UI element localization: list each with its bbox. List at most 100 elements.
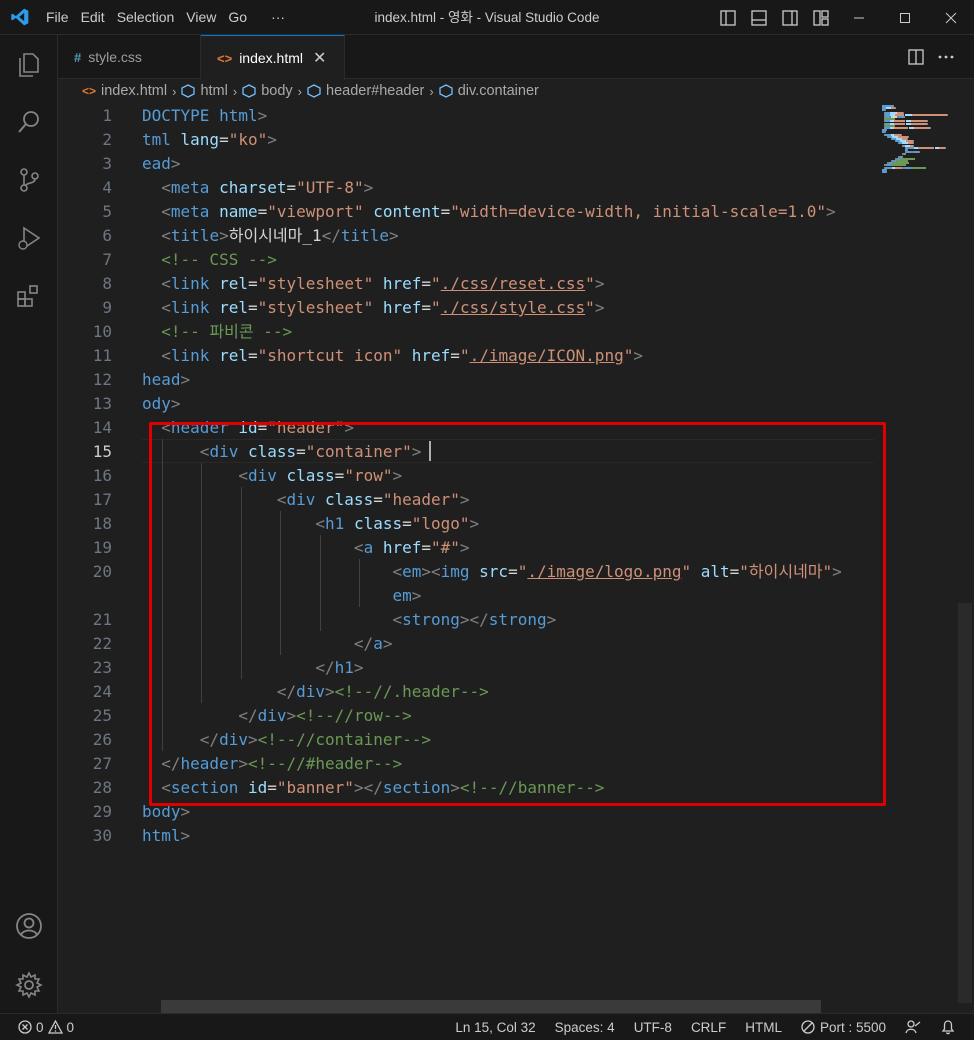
- code-token: ": [459, 346, 470, 365]
- title-bar: File Edit Selection View Go ··· index.ht…: [0, 0, 974, 35]
- line-number: 19: [92, 538, 112, 557]
- error-count: 0: [36, 1019, 44, 1035]
- code-token: "stylesheet": [257, 298, 374, 317]
- minimap-token: [886, 129, 887, 132]
- tab-index-html[interactable]: <> index.html ✕: [201, 35, 345, 80]
- customize-layout-icon[interactable]: [809, 6, 833, 30]
- language-mode[interactable]: HTML: [745, 1020, 782, 1035]
- code-token: link: [170, 274, 220, 293]
- feedback-icon[interactable]: [905, 1019, 921, 1035]
- minimap-token: [930, 127, 931, 129]
- menu-more[interactable]: ···: [253, 0, 291, 35]
- toggle-secondary-sidebar-icon[interactable]: [778, 6, 802, 30]
- close-tab-icon[interactable]: ✕: [313, 48, 326, 68]
- code-token: rel: [219, 298, 248, 317]
- toggle-primary-sidebar-icon[interactable]: [716, 6, 740, 30]
- code-line[interactable]: 7 <!-- CSS -->: [58, 248, 878, 272]
- run-debug-icon[interactable]: [0, 213, 58, 263]
- horizontal-scrollbar[interactable]: [161, 1000, 821, 1013]
- code-line[interactable]: 6 <title>하이시네마_1</title>: [58, 224, 878, 248]
- code-token: ead: [142, 154, 171, 173]
- code-text: ead>: [142, 152, 181, 176]
- toggle-panel-icon[interactable]: [747, 6, 771, 30]
- code-token: >: [389, 226, 399, 245]
- code-line[interactable]: 1 DOCTYPE html>: [58, 104, 878, 128]
- line-number: 2: [102, 130, 112, 149]
- code-line[interactable]: 9 <link rel="stylesheet" href="./css/sty…: [58, 296, 878, 320]
- minimize-icon[interactable]: [836, 0, 882, 35]
- code-line[interactable]: 11 <link rel="shortcut icon" href="./ima…: [58, 344, 878, 368]
- menu-go[interactable]: Go: [222, 0, 253, 35]
- code-token: "UTF-8": [296, 178, 364, 197]
- search-icon[interactable]: [0, 97, 58, 147]
- code-line[interactable]: 10 <!-- 파비콘 -->: [58, 320, 878, 344]
- end-of-line[interactable]: CRLF: [691, 1020, 726, 1035]
- code-token: meta: [170, 202, 220, 221]
- code-token: title: [340, 226, 390, 245]
- breadcrumb-html[interactable]: html: [181, 83, 228, 99]
- breadcrumb-label: body: [261, 83, 293, 99]
- code-token: title: [170, 226, 220, 245]
- code-line[interactable]: 2 tml lang="ko">: [58, 128, 878, 152]
- accounts-icon[interactable]: [0, 901, 58, 951]
- scrollbar-thumb[interactable]: [958, 603, 972, 1003]
- minimap-token: [945, 146, 946, 149]
- explorer-icon[interactable]: [0, 39, 58, 89]
- breadcrumb-container[interactable]: div.container: [439, 83, 539, 99]
- minimap-token: [919, 151, 920, 154]
- code-token: ./css/reset.css: [440, 274, 586, 293]
- code-token: "stylesheet": [257, 274, 374, 293]
- line-number: 25: [92, 706, 112, 725]
- code-token: ./css/style.css: [440, 298, 586, 317]
- code-line[interactable]: 8 <link rel="stylesheet" href="./css/res…: [58, 272, 878, 296]
- menu-view[interactable]: View: [180, 0, 222, 35]
- line-number: 1: [102, 106, 112, 125]
- encoding[interactable]: UTF-8: [634, 1020, 672, 1035]
- code-token: link: [170, 346, 220, 365]
- code-line[interactable]: 12 head>: [58, 368, 878, 392]
- breadcrumb-header[interactable]: header#header: [307, 83, 424, 99]
- code-token: >: [363, 178, 374, 197]
- menu-edit[interactable]: Edit: [75, 0, 111, 35]
- code-token: ": [623, 346, 634, 365]
- code-line[interactable]: 5 <meta name="viewport" content="width=d…: [58, 200, 878, 224]
- line-number: 15: [92, 442, 112, 461]
- code-line[interactable]: 13 ody>: [58, 392, 878, 416]
- line-number: 20: [92, 562, 112, 581]
- close-window-icon[interactable]: [928, 0, 974, 35]
- source-control-icon[interactable]: [0, 155, 58, 205]
- breadcrumb-file[interactable]: <> index.html: [82, 83, 167, 99]
- code-token: DOCTYPE: [142, 106, 220, 125]
- indentation[interactable]: Spaces: 4: [555, 1020, 615, 1035]
- more-actions-icon[interactable]: [934, 45, 958, 69]
- line-number: 18: [92, 514, 112, 533]
- code-line[interactable]: 30 html>: [58, 824, 878, 848]
- menu-selection[interactable]: Selection: [111, 0, 181, 35]
- tab-style-css[interactable]: # style.css: [58, 35, 201, 79]
- breadcrumb-body[interactable]: body: [242, 83, 293, 99]
- line-number: 3: [102, 154, 112, 173]
- code-token: <: [161, 226, 171, 245]
- cursor-position[interactable]: Ln 15, Col 32: [455, 1020, 535, 1035]
- live-server-port[interactable]: Port : 5500: [801, 1020, 886, 1035]
- symbol-element-icon: [439, 84, 453, 98]
- maximize-icon[interactable]: [882, 0, 928, 35]
- code-line[interactable]: 3 ead>: [58, 152, 878, 176]
- code-token: <!-- CSS -->: [161, 250, 277, 269]
- notifications-bell-icon[interactable]: [940, 1019, 956, 1035]
- menu-file[interactable]: File: [40, 0, 75, 35]
- split-editor-icon[interactable]: [904, 45, 928, 69]
- code-token: 하이시네마_1: [228, 226, 322, 245]
- settings-gear-icon[interactable]: [0, 960, 58, 1010]
- extensions-icon[interactable]: [0, 271, 58, 321]
- code-token: >: [594, 274, 605, 293]
- problems-indicator[interactable]: 0 0: [18, 1020, 74, 1035]
- code-token: >: [180, 370, 191, 389]
- minimap-token: [912, 113, 947, 116]
- vertical-scrollbar[interactable]: [958, 103, 972, 1003]
- code-token: content: [373, 202, 441, 221]
- tab-label: index.html: [239, 50, 303, 66]
- code-line[interactable]: 4 <meta charset="UTF-8">: [58, 176, 878, 200]
- code-text: ody>: [142, 392, 181, 416]
